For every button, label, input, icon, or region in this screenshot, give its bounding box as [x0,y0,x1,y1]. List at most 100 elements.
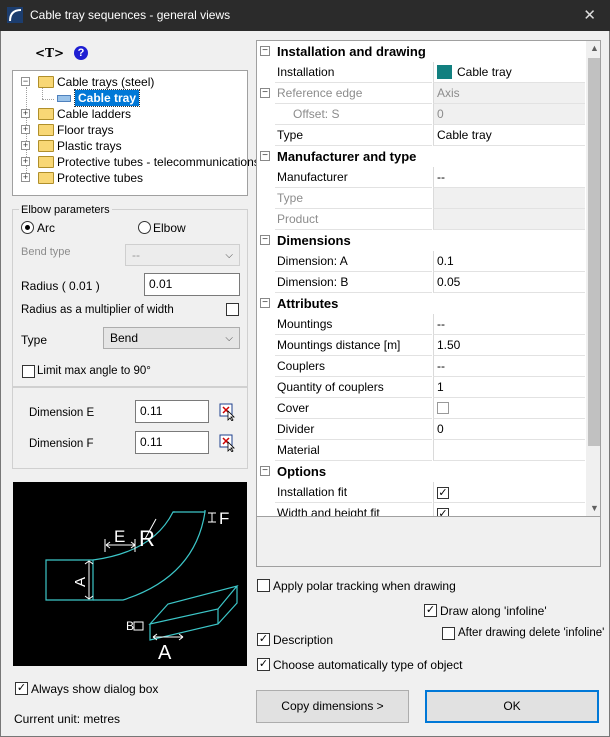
text-tool-icon[interactable]: <T> [35,46,64,60]
property-row[interactable]: Material [257,440,585,461]
expand-icon[interactable]: + [21,125,30,134]
property-value-text: Cable tray [437,128,492,142]
property-value[interactable]: -- [433,314,585,335]
property-category-label: Options [277,464,327,479]
type-select[interactable]: Bend ⌵ [103,327,240,349]
elbow-radio[interactable] [138,221,151,234]
property-grid[interactable]: − Installation and drawing Installation Cab… [256,40,601,517]
property-value[interactable]: 0 [433,419,585,440]
property-value[interactable]: ✓ [433,503,585,516]
property-value[interactable]: -- [433,356,585,377]
collapse-icon[interactable]: − [260,46,270,56]
property-row[interactable]: Mountings distance [m] 1.50 [257,335,585,356]
help-icon[interactable]: ? [74,46,88,60]
property-value-text: -- [437,359,445,373]
tree-item-cable-ladders[interactable]: + Cable ladders [21,106,246,122]
always-show-checkbox[interactable]: ✓ [15,682,28,695]
property-row[interactable]: Dimension: B 0.05 [257,272,585,293]
property-name: Dimension: B [275,272,432,293]
property-row[interactable]: Quantity of couplers 1 [257,377,585,398]
folder-icon [38,108,54,120]
property-value[interactable]: 0.1 [433,251,585,272]
description-checkbox[interactable]: ✓ [257,633,270,646]
collapse-icon[interactable]: − [260,466,270,476]
property-category[interactable]: − Attributes [257,293,585,314]
property-row[interactable]: Dimension: A 0.1 [257,251,585,272]
expand-icon[interactable]: + [21,141,30,150]
property-value[interactable]: Axis [433,83,585,104]
ok-button[interactable]: OK [425,690,599,723]
scroll-down-icon[interactable]: ▼ [590,503,599,513]
property-value-text: 1.50 [437,338,461,352]
property-value[interactable]: -- [433,167,585,188]
property-value[interactable]: ✓ [433,482,585,503]
tree-item-protective-tubes[interactable]: + Protective tubes [21,170,246,186]
property-row[interactable]: Mountings -- [257,314,585,335]
tree-item-cable-trays-steel[interactable]: − Cable trays (steel) [21,74,246,90]
property-value[interactable]: 1 [433,377,585,398]
property-value[interactable]: 0.05 [433,272,585,293]
collapse-icon[interactable]: − [260,88,270,98]
bend-type-select[interactable]: -- ⌵ [125,244,240,266]
arc-radio[interactable] [21,221,34,234]
radius-input[interactable]: 0.01 [144,273,240,296]
property-row[interactable]: Divider 0 [257,419,585,440]
property-value[interactable] [433,209,585,230]
property-row[interactable]: Offset: S 0 [257,104,585,125]
collapse-icon[interactable]: − [260,298,270,308]
property-value[interactable] [433,188,585,209]
pick-dimension-f-icon[interactable] [219,434,237,452]
property-category-label: Dimensions [277,233,351,248]
expand-icon[interactable]: + [21,157,30,166]
property-checkbox[interactable]: ✓ [437,508,449,516]
property-value[interactable]: Cable tray [433,125,585,146]
property-row[interactable]: Type Cable tray [257,125,585,146]
copy-dimensions-button[interactable]: Copy dimensions > [256,690,409,723]
property-value[interactable]: 0 [433,104,585,125]
scrollbar-thumb[interactable] [588,58,600,446]
object-tree[interactable]: − Cable trays (steel) Cable tray + Cable… [12,70,260,196]
property-value[interactable]: 1.50 [433,335,585,356]
polar-tracking-checkbox[interactable] [257,579,270,592]
property-value[interactable] [433,440,585,461]
property-value[interactable]: Cable tray [433,62,585,83]
collapse-icon[interactable]: − [21,77,30,86]
close-icon[interactable]: ✕ [583,6,596,24]
auto-type-checkbox[interactable]: ✓ [257,658,270,671]
tree-item-cable-tray[interactable]: Cable tray [57,89,177,107]
expand-icon[interactable]: + [21,173,30,182]
collapse-icon[interactable]: − [260,151,270,161]
expand-icon[interactable]: + [21,109,30,118]
draw-along-infoline-checkbox[interactable]: ✓ [424,604,437,617]
radius-multiplier-checkbox[interactable] [226,303,239,316]
scroll-up-icon[interactable]: ▲ [590,43,599,53]
property-value[interactable] [433,398,585,419]
property-row[interactable]: Installation Cable tray [257,62,585,83]
pick-dimension-e-icon[interactable] [219,403,237,421]
property-category[interactable]: − Dimensions [257,230,585,251]
property-row[interactable]: − Reference edge Axis [257,83,585,104]
property-row[interactable]: Manufacturer -- [257,167,585,188]
property-checkbox[interactable] [437,402,449,414]
property-name: Reference edge [275,83,432,104]
property-row[interactable]: Type [257,188,585,209]
tree-item-protective-tubes-telecom[interactable]: + Protective tubes - telecommunications [21,154,260,170]
property-row[interactable]: Couplers -- [257,356,585,377]
dimension-e-input[interactable]: 0.11 [135,400,209,423]
delete-infoline-checkbox[interactable] [442,627,455,640]
property-category[interactable]: − Options [257,461,585,482]
property-scrollbar[interactable]: ▲ ▼ [586,41,600,516]
tray-icon [57,95,71,102]
limit-angle-checkbox[interactable] [22,365,35,378]
property-row[interactable]: Width and height fit ✓ [257,503,585,516]
property-row[interactable]: Cover [257,398,585,419]
property-category[interactable]: − Installation and drawing [257,41,585,62]
tree-item-plastic-trays[interactable]: + Plastic trays [21,138,246,154]
property-checkbox[interactable]: ✓ [437,487,449,499]
tree-item-floor-trays[interactable]: + Floor trays [21,122,246,138]
property-category[interactable]: − Manufacturer and type [257,146,585,167]
collapse-icon[interactable]: − [260,235,270,245]
dimension-f-input[interactable]: 0.11 [135,431,209,454]
property-row[interactable]: Product [257,209,585,230]
property-row[interactable]: Installation fit ✓ [257,482,585,503]
